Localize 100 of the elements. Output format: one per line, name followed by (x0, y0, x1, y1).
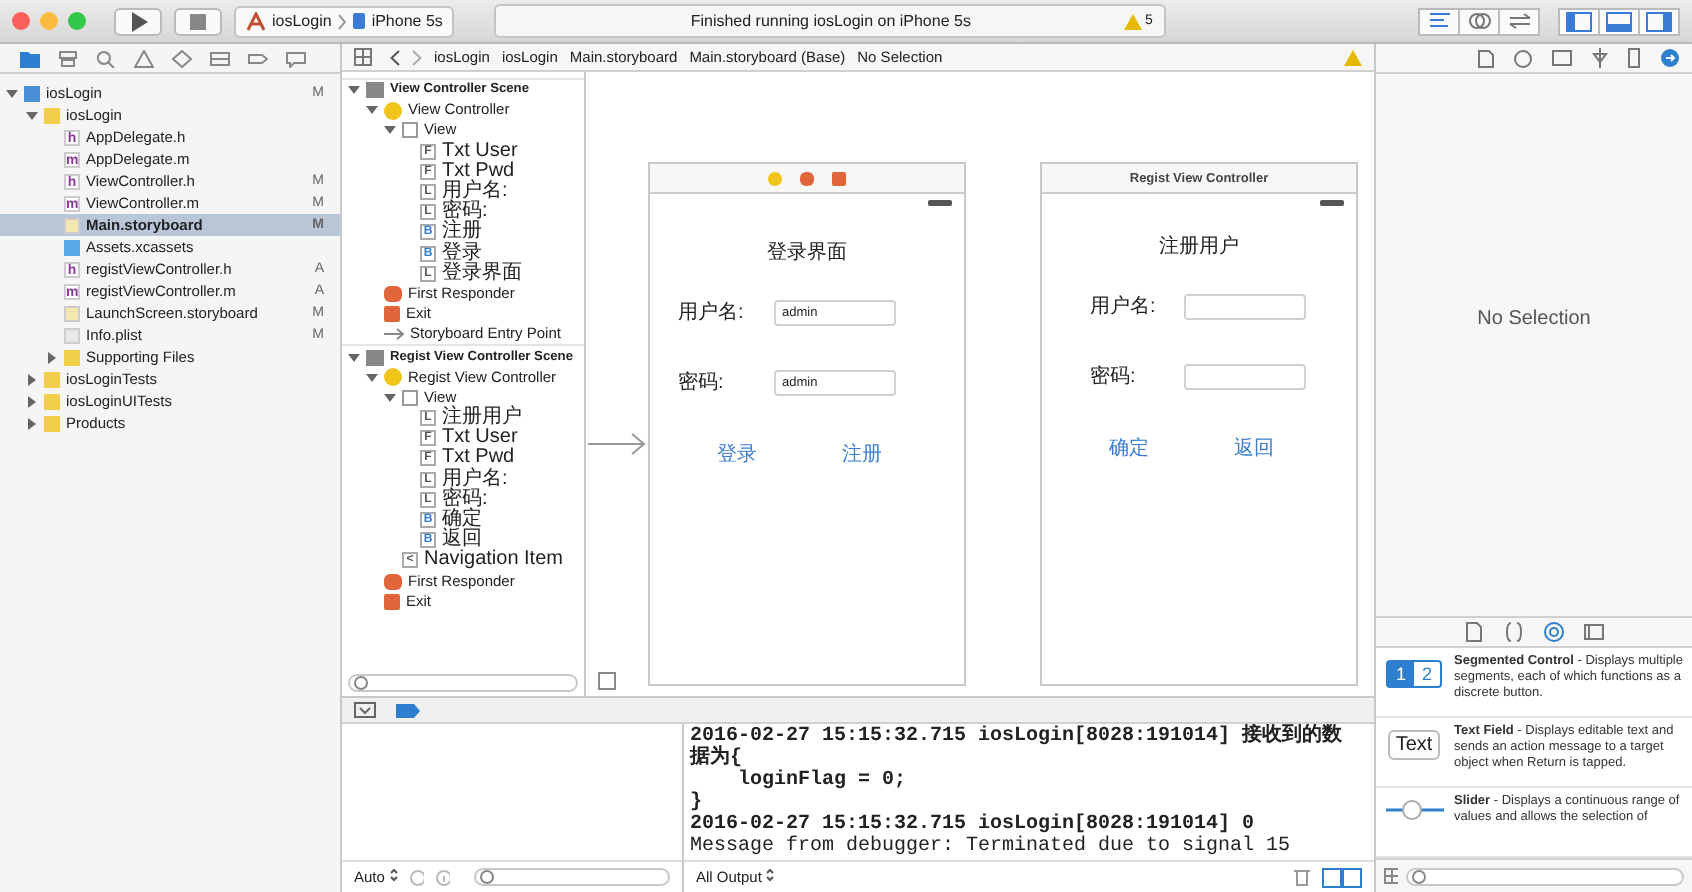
assets-file-icon (64, 239, 80, 255)
empty-state-text: No Selection (1477, 308, 1591, 330)
disclosure-icon[interactable] (26, 417, 38, 429)
updown-icon (766, 868, 775, 882)
grid-icon[interactable] (1384, 868, 1399, 884)
text-field[interactable] (1184, 363, 1306, 389)
disclosure-icon[interactable] (26, 109, 38, 121)
debug-tab-icon[interactable] (210, 49, 230, 67)
filter-field[interactable] (348, 673, 578, 691)
debug-panel-toggle[interactable] (1598, 7, 1640, 35)
circles-icon (1467, 12, 1491, 30)
link-button[interactable]: 确定 (1108, 434, 1149, 462)
field-label: 密码: (678, 369, 726, 396)
size-icon[interactable] (1628, 48, 1640, 68)
disclosure-icon[interactable] (384, 391, 396, 404)
identity-icon[interactable] (1552, 50, 1572, 66)
scheme-selector[interactable]: iosLogin iPhone 5s (234, 5, 455, 37)
controller-icon (768, 171, 782, 185)
scene-icon (366, 82, 384, 99)
back-icon[interactable] (390, 49, 400, 65)
disclosure-icon[interactable] (26, 395, 38, 407)
utilities-panel-toggle[interactable] (1638, 7, 1680, 35)
filter-icon (354, 675, 368, 689)
help-icon[interactable] (1514, 49, 1532, 67)
disclosure-icon[interactable] (26, 373, 38, 385)
exit-icon (384, 593, 400, 610)
status-text: Finished running iosLogin on iPhone 5s (690, 12, 971, 30)
responder-icon (384, 285, 402, 302)
view-icon (402, 389, 418, 406)
hammer-icon (246, 11, 266, 31)
disclosure-icon[interactable] (366, 104, 378, 117)
panel-icon (1606, 11, 1632, 31)
disclosure-icon[interactable] (384, 124, 396, 137)
exit-icon (384, 306, 400, 323)
console-line: } (690, 792, 705, 814)
exit-icon (832, 171, 846, 185)
project-file-icon (24, 85, 40, 101)
disclosure-icon[interactable] (6, 87, 18, 99)
controller-icon (384, 101, 402, 120)
panel-icon (1566, 11, 1592, 31)
storyboard-file-icon (64, 217, 80, 233)
test-tab-icon[interactable] (172, 49, 192, 67)
forward-icon[interactable] (412, 49, 422, 65)
scene-icon (366, 349, 384, 366)
plist-file-icon (64, 327, 80, 343)
disclosure-icon[interactable] (46, 351, 58, 363)
link-button[interactable]: 返回 (1233, 434, 1274, 462)
disclosure-icon[interactable] (348, 351, 360, 364)
battery-icon (928, 200, 952, 206)
version-editor-button[interactable] (1498, 7, 1540, 35)
device-name: iPhone 5s (371, 12, 443, 30)
storyboard-file-icon (64, 305, 80, 321)
search-tab-icon[interactable] (96, 49, 116, 67)
disclosure-icon[interactable] (366, 371, 378, 384)
panel-icon (1646, 11, 1672, 31)
navigator-panel-toggle[interactable] (1558, 7, 1600, 35)
close-button[interactable] (12, 12, 30, 30)
stop-icon (190, 13, 206, 29)
field-label: 用户名: (678, 299, 746, 326)
console-layout-icon[interactable] (1322, 867, 1362, 887)
symbol-tab-icon[interactable] (58, 49, 78, 67)
filter-field[interactable] (473, 868, 670, 886)
standard-editor-button[interactable] (1418, 7, 1460, 35)
link-button[interactable]: 登录 (716, 440, 757, 468)
file-inspector-icon[interactable] (1478, 49, 1494, 67)
disclosure-icon[interactable] (348, 84, 360, 97)
grid-icon[interactable] (354, 48, 372, 66)
trash-icon[interactable] (1294, 868, 1310, 886)
link-button[interactable]: 注册 (841, 440, 882, 468)
filter-icon (1412, 869, 1427, 883)
stop-button[interactable] (174, 7, 222, 35)
arrows-icon (1507, 12, 1531, 30)
file-library-icon[interactable] (1464, 622, 1484, 642)
warning-tab-icon[interactable] (134, 49, 154, 67)
text-field[interactable] (1184, 293, 1306, 319)
lines-icon (1427, 12, 1451, 30)
screen-title: 注册用户 (1157, 233, 1241, 260)
report-tab-icon[interactable] (286, 49, 306, 67)
slider-preview (1384, 800, 1444, 820)
updown-icon (389, 868, 398, 882)
assistant-editor-button[interactable] (1458, 7, 1500, 35)
scheme-name: iosLogin (272, 12, 332, 30)
breakpoint-tab-icon[interactable] (248, 49, 268, 67)
connections-icon[interactable] (1660, 48, 1680, 68)
folder-tab-icon[interactable] (20, 49, 40, 67)
phone-icon (351, 12, 366, 30)
run-button[interactable] (114, 7, 162, 35)
object-library-icon[interactable] (1544, 622, 1564, 642)
hide-debug-icon[interactable] (354, 702, 376, 718)
responder-icon (384, 573, 402, 590)
media-library-icon[interactable] (1584, 622, 1604, 642)
code-library-icon[interactable] (1504, 622, 1524, 642)
filter-field[interactable] (1406, 867, 1684, 885)
zoom-icon[interactable] (598, 672, 616, 690)
segmented-control-preview: 1 2 (1385, 660, 1443, 688)
filter-icon (479, 870, 494, 884)
battery-icon (1320, 200, 1344, 206)
responder-icon (800, 171, 814, 185)
breakpoint-icon[interactable] (396, 703, 420, 717)
play-icon (129, 11, 147, 31)
